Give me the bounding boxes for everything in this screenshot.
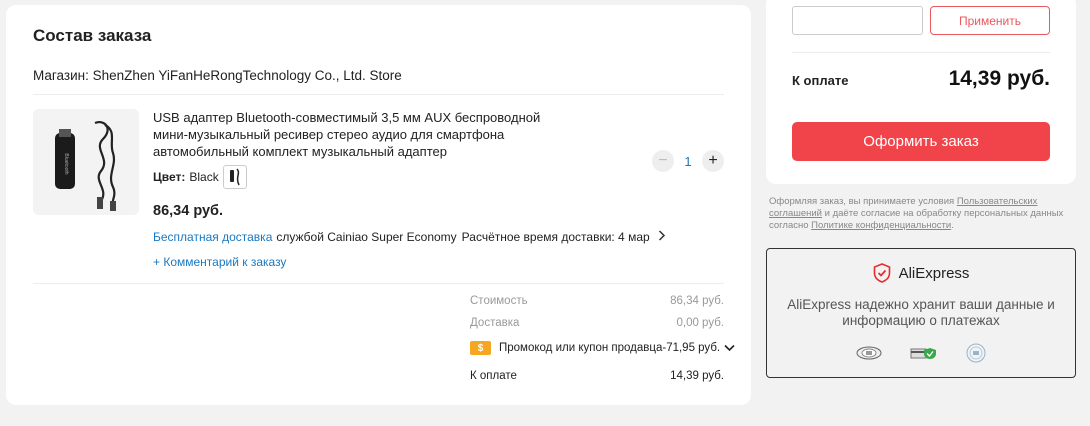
security-text: AliExpress надежно хранит ваши данные и … (787, 297, 1055, 328)
store-name[interactable]: Магазин: ShenZhen YiFanHeRongTechnology … (33, 68, 402, 83)
color-label: Цвет: (153, 170, 186, 184)
delivery-value: 0,00 руб. (676, 317, 724, 329)
terms-text-3: . (951, 220, 954, 231)
coupon-input[interactable] (792, 6, 923, 35)
shipping-info[interactable]: Бесплатная доставка службой Cainiao Supe… (153, 229, 666, 244)
certification-seal-icon (966, 343, 986, 363)
color-swatch[interactable] (222, 165, 247, 189)
divider (33, 283, 724, 284)
promo-text: Промокод или купон продавца-71,95 руб. (499, 342, 721, 354)
delivery-label: Доставка (470, 317, 520, 329)
carrier-label: службой Cainiao Super Economy (276, 229, 457, 244)
product-color: Цвет: Black (153, 165, 247, 189)
quantity-stepper: − 1 + (652, 150, 724, 172)
increase-quantity-button[interactable]: + (702, 150, 724, 172)
divider (33, 94, 724, 95)
cable-thumbnail-icon (229, 168, 240, 186)
product-price: 86,34 руб. (153, 203, 224, 219)
pci-dss-badge-icon (856, 346, 882, 360)
quantity-value[interactable]: 1 (674, 154, 702, 169)
pay-label: К оплате (792, 73, 849, 88)
order-card: Состав заказа Магазин: ShenZhen YiFanHeR… (6, 5, 751, 405)
free-shipping-label: Бесплатная доставка (153, 229, 273, 244)
promo-row[interactable]: $ Промокод или купон продавца-71,95 руб. (470, 341, 735, 355)
decrease-quantity-button[interactable]: − (652, 150, 674, 172)
secure-card-badge-icon (910, 348, 936, 359)
total-value: 14,39 руб. (670, 370, 724, 382)
cost-value: 86,34 руб. (670, 295, 724, 307)
order-title: Состав заказа (33, 26, 152, 45)
security-badges (767, 343, 1075, 363)
total-label: К оплате (470, 370, 517, 382)
color-value: Black (189, 170, 219, 184)
chevron-down-icon[interactable] (724, 344, 735, 352)
apply-coupon-button[interactable]: Применить (930, 6, 1050, 35)
shield-icon (873, 263, 890, 283)
terms-text-1: Оформляя заказ, вы принимаете условия (769, 196, 957, 207)
summary-delivery-row: Доставка 0,00 руб. (470, 317, 724, 329)
summary-cost-row: Стоимость 86,34 руб. (470, 295, 724, 307)
summary-total-row: К оплате 14,39 руб. (470, 370, 724, 382)
security-card: AliExpress AliExpress надежно хранит ваш… (766, 248, 1076, 378)
add-comment-link[interactable]: + Комментарий к заказу (153, 255, 286, 269)
payment-card: Применить К оплате 14,39 руб. Оформить з… (766, 0, 1076, 184)
privacy-policy-link[interactable]: Политике конфиденциальности (811, 220, 951, 231)
terms-notice: Оформляя заказ, вы принимаете условия По… (769, 196, 1074, 232)
svg-text:Bluetooth: Bluetooth (63, 153, 69, 174)
cost-label: Стоимость (470, 295, 528, 307)
aliexpress-logo: AliExpress (767, 263, 1075, 283)
coupon-icon: $ (470, 341, 491, 355)
checkout-button[interactable]: Оформить заказ (792, 122, 1050, 161)
product-title[interactable]: USB адаптер Bluetooth-совместимый 3,5 мм… (153, 109, 573, 160)
chevron-right-icon[interactable] (658, 229, 666, 244)
brand-name: AliExpress (898, 264, 970, 282)
product-image[interactable]: Bluetooth (33, 109, 139, 215)
divider (792, 52, 1050, 53)
bluetooth-adapter-image: Bluetooth (33, 109, 139, 215)
delivery-estimate: Расчётное время доставки: 4 мар (461, 229, 650, 244)
pay-amount: 14,39 руб. (948, 67, 1050, 90)
